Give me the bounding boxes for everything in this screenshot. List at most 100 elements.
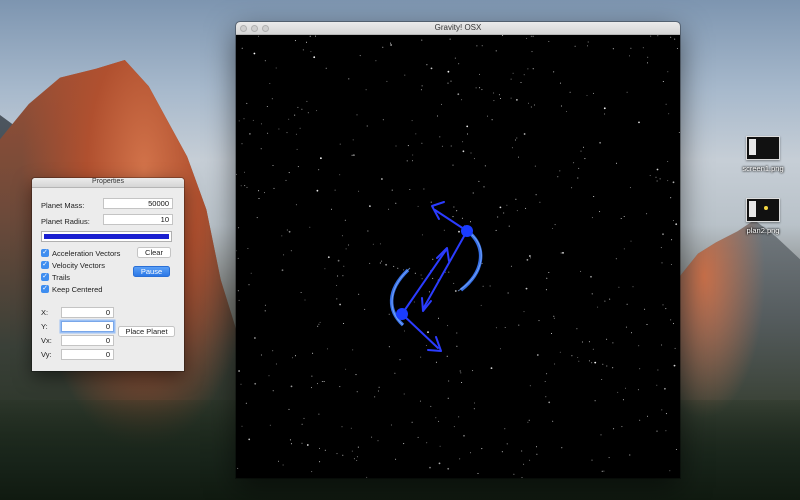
star: [474, 402, 475, 404]
star: [535, 194, 537, 196]
velocity-vectors-checkbox[interactable]: ✓ Velocity Vectors: [41, 260, 105, 270]
star: [673, 364, 676, 367]
y-field[interactable]: [61, 321, 114, 332]
star: [460, 372, 462, 374]
star: [241, 425, 243, 427]
star: [497, 216, 499, 218]
vx-field[interactable]: [61, 335, 114, 346]
star: [670, 197, 672, 199]
star: [656, 168, 659, 171]
star: [656, 430, 658, 432]
star: [481, 89, 483, 91]
star: [300, 292, 302, 293]
star: [447, 82, 449, 84]
star: [462, 150, 465, 153]
star: [571, 187, 573, 189]
star: [588, 360, 590, 362]
star: [337, 259, 340, 262]
star: [597, 306, 599, 308]
star: [625, 387, 626, 389]
acceleration-vector-right: [422, 230, 468, 310]
star: [353, 458, 355, 460]
star: [638, 121, 640, 124]
star: [667, 180, 669, 182]
x-field[interactable]: [61, 307, 114, 318]
star: [591, 293, 593, 295]
star: [498, 94, 500, 96]
star: [369, 262, 371, 264]
star: [238, 120, 240, 122]
star: [278, 460, 279, 462]
star: [523, 74, 525, 76]
star: [366, 125, 368, 127]
star: [459, 458, 461, 460]
star: [249, 133, 251, 135]
trails-checkbox[interactable]: ✓ Trails: [41, 272, 70, 282]
star: [617, 391, 619, 393]
place-planet-button[interactable]: Place Planet: [118, 326, 175, 337]
star: [603, 107, 606, 110]
desktop-file-plan2[interactable]: plan2.png: [728, 198, 798, 235]
star: [248, 284, 250, 286]
star: [404, 74, 406, 76]
star: [501, 451, 503, 453]
star: [260, 354, 262, 356]
star: [500, 98, 501, 99]
star: [391, 189, 393, 191]
star: [343, 265, 345, 267]
vy-field[interactable]: [61, 349, 114, 360]
keep-centered-checkbox[interactable]: ✓ Keep Centered: [41, 284, 102, 294]
planet-radius-field[interactable]: [103, 214, 173, 225]
star: [577, 357, 579, 358]
pause-button[interactable]: Pause: [133, 266, 170, 277]
star: [253, 52, 256, 55]
simulation-canvas[interactable]: [236, 35, 680, 478]
desktop-file-screen1[interactable]: screen1.png: [728, 136, 798, 173]
star: [504, 428, 506, 430]
star: [456, 210, 458, 212]
star: [484, 165, 486, 167]
star: [432, 258, 434, 260]
star: [581, 341, 583, 343]
planet-right[interactable]: [461, 225, 473, 237]
star: [318, 323, 320, 325]
planet-left[interactable]: [396, 308, 408, 320]
star: [399, 359, 401, 361]
star: [341, 235, 343, 237]
star: [390, 424, 392, 426]
star: [421, 142, 423, 144]
star: [432, 277, 434, 279]
star: [675, 223, 678, 226]
star: [478, 180, 480, 182]
desktop-file-label: plan2.png: [746, 226, 780, 235]
star: [412, 154, 414, 156]
star: [426, 64, 428, 66]
star: [458, 63, 460, 65]
star: [631, 332, 632, 334]
star: [342, 454, 344, 456]
star: [525, 207, 527, 209]
star: [281, 269, 284, 272]
acceleration-vectors-checkbox[interactable]: ✓ Acceleration Vectors: [41, 248, 120, 258]
star: [560, 105, 562, 107]
star: [306, 444, 309, 446]
star: [309, 226, 311, 228]
star: [554, 224, 556, 226]
star: [510, 265, 512, 267]
star: [673, 323, 674, 325]
planet-mass-field[interactable]: [103, 198, 173, 209]
planet-color-swatch: [44, 234, 169, 239]
star-field: [236, 35, 680, 478]
main-window-titlebar[interactable]: Gravity! OSX: [236, 22, 680, 35]
star: [586, 95, 588, 96]
properties-titlebar[interactable]: Properties: [32, 178, 184, 188]
planet-color-well[interactable]: [41, 231, 172, 242]
star: [599, 211, 601, 213]
star: [254, 382, 257, 385]
star: [307, 112, 309, 114]
star: [664, 387, 666, 390]
star: [437, 115, 438, 117]
clear-button[interactable]: Clear: [137, 247, 171, 258]
star: [552, 420, 554, 422]
star: [356, 456, 358, 458]
